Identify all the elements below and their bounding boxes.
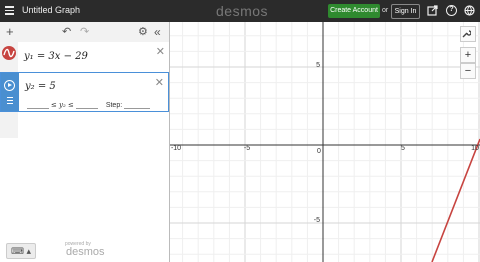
slider-settings-icon[interactable]: [7, 97, 13, 106]
slider-min-input[interactable]: [27, 100, 49, 109]
slider-limits: ≤ y₂ ≤ Step:: [27, 100, 151, 109]
panel-footer: ⌨ ▴ powered by desmos: [0, 238, 169, 262]
powered-by-brand: desmos: [66, 246, 105, 258]
top-bar: Untitled Graph desmos Create Account or …: [0, 0, 480, 22]
settings-icon[interactable]: ⚙: [138, 25, 148, 39]
x-tick-label: 5: [401, 145, 405, 152]
graph-settings-icon[interactable]: [460, 26, 476, 42]
slider-range-label: ≤ y₂ ≤: [50, 101, 74, 109]
x-tick-label: -10: [171, 145, 181, 152]
slider-step-label: Step:: [105, 102, 123, 109]
graph-paper[interactable]: -10 -5 0 5 10 5 -5 + −: [170, 22, 480, 262]
share-icon[interactable]: [427, 5, 438, 16]
expression-math[interactable]: y₁ = 3x − 29: [24, 51, 88, 62]
expression-math[interactable]: y₂ = 5: [25, 81, 56, 92]
graph-canvas[interactable]: -10 -5 0 5 10 5 -5: [170, 22, 480, 262]
delete-expression-icon[interactable]: ✕: [156, 45, 165, 58]
zoom-in-button[interactable]: +: [460, 47, 476, 63]
y-tick-label: 5: [316, 62, 320, 69]
expression-panel: + ↶ ↷ ⚙ « y₁ = 3x − 29 ✕ y₂ = 5 ✕ ≤ y₂ ≤…: [0, 22, 170, 262]
create-account-button[interactable]: Create Account: [328, 4, 380, 18]
slider-step-input[interactable]: [124, 100, 151, 109]
zoom-out-button[interactable]: −: [460, 63, 476, 79]
sign-in-button[interactable]: Sign In: [391, 4, 420, 19]
expression-row[interactable]: y₁ = 3x − 29 ✕: [0, 42, 169, 73]
expression-index: [0, 42, 18, 72]
add-icon[interactable]: +: [6, 25, 14, 39]
help-icon[interactable]: ?: [446, 5, 457, 16]
redo-icon[interactable]: ↷: [80, 25, 89, 39]
expression-row-active[interactable]: y₂ = 5 ✕ ≤ y₂ ≤ Step:: [0, 72, 169, 112]
or-label: or: [382, 7, 389, 14]
grid: [170, 22, 480, 262]
expression-toolbar: + ↶ ↷ ⚙ «: [0, 22, 169, 43]
empty-expression-row[interactable]: [0, 112, 169, 138]
play-slider-icon[interactable]: [4, 80, 15, 91]
brand-logo: desmos: [216, 3, 269, 19]
keypad-toggle-button[interactable]: ⌨ ▴: [6, 243, 36, 259]
delete-expression-icon[interactable]: ✕: [155, 76, 164, 89]
x-tick-label: 10: [471, 145, 479, 152]
graph-title[interactable]: Untitled Graph: [22, 5, 80, 15]
slider-max-input[interactable]: [75, 100, 98, 109]
menu-icon[interactable]: [5, 6, 14, 15]
x-tick-label: -5: [244, 145, 250, 152]
plotted-line-y1[interactable]: [431, 138, 480, 262]
origin-label: 0: [317, 148, 321, 155]
language-icon[interactable]: [464, 5, 475, 16]
undo-icon[interactable]: ↶: [62, 25, 71, 39]
collapse-icon[interactable]: «: [154, 25, 161, 39]
expression-index: [1, 73, 19, 111]
y-tick-label: -5: [314, 217, 320, 224]
expression-index: [0, 112, 18, 138]
line-color-icon[interactable]: [2, 46, 16, 60]
